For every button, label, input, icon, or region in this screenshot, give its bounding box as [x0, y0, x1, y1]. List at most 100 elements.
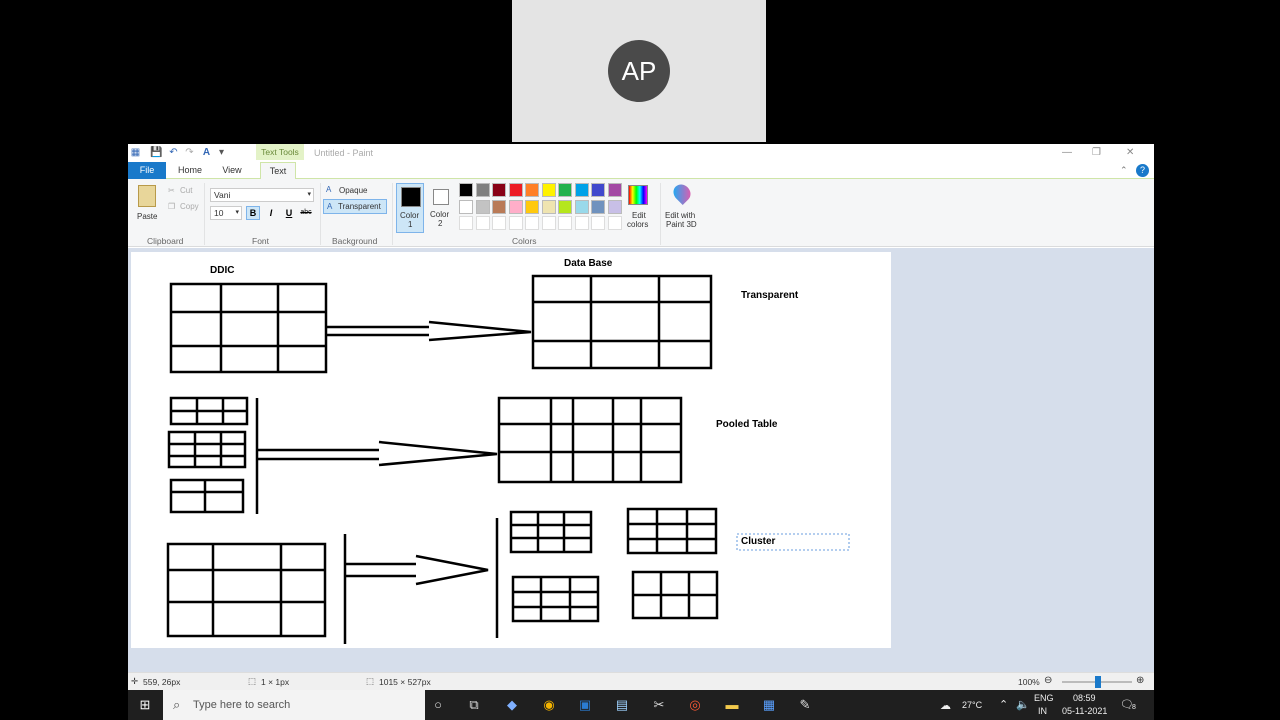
palette-swatch[interactable]	[525, 199, 539, 214]
minimize-button[interactable]: —	[1062, 147, 1072, 158]
palette-swatch[interactable]	[541, 216, 556, 230]
palette-swatch[interactable]	[607, 216, 622, 230]
zoom-slider[interactable]	[1062, 676, 1132, 688]
palette-swatch[interactable]	[591, 216, 605, 230]
file-explorer-icon[interactable]: ▬	[723, 696, 741, 714]
chrome-icon[interactable]: ◉	[540, 696, 558, 714]
palette-swatch[interactable]	[607, 199, 622, 214]
label-cluster[interactable]: Cluster	[741, 536, 775, 547]
volume-icon[interactable]: 🔈	[1016, 698, 1030, 711]
zoom-slider-thumb[interactable]	[1095, 676, 1101, 688]
color1-label: Color	[400, 211, 420, 220]
tab-view[interactable]: View	[216, 162, 248, 179]
palette-swatch[interactable]	[525, 216, 539, 230]
snipping-tool-icon[interactable]: ✂	[650, 696, 668, 714]
font-family-select[interactable]: Vani ▾	[210, 188, 314, 202]
paint-app-icon: ▦	[130, 147, 141, 158]
palette-swatch[interactable]	[492, 183, 506, 197]
participant-tile: AP	[512, 0, 766, 142]
palette-swatch[interactable]	[574, 199, 589, 214]
paint-taskbar-icon[interactable]: ✎	[796, 696, 814, 714]
clock-date[interactable]: 05-11-2021	[1062, 706, 1107, 716]
palette-swatch[interactable]	[591, 183, 605, 197]
tab-home[interactable]: Home	[174, 162, 206, 179]
cortana-icon[interactable]: ○	[429, 696, 447, 714]
customize-toolbar-icon[interactable]: ▾	[216, 147, 227, 158]
undo-icon[interactable]: ↶	[168, 147, 179, 158]
task-view-icon[interactable]: ⧉	[465, 696, 483, 714]
color1-button[interactable]: Color 1	[396, 183, 424, 233]
palette-swatch[interactable]	[459, 216, 473, 230]
paste-label[interactable]: Paste	[137, 212, 157, 221]
palette-swatch[interactable]	[492, 199, 506, 214]
palette-swatch[interactable]	[607, 183, 622, 197]
palette-swatch[interactable]	[459, 183, 473, 197]
collapse-ribbon-icon[interactable]: ⌃	[1120, 165, 1128, 176]
edit-colors-icon[interactable]	[628, 185, 648, 205]
copy-button[interactable]: Copy	[180, 202, 199, 211]
close-button[interactable]: ✕	[1126, 147, 1134, 158]
edit-colors-label-1[interactable]: Edit	[632, 211, 646, 220]
cut-button[interactable]: Cut	[180, 186, 192, 195]
tab-file[interactable]: File	[128, 162, 166, 179]
clock-time[interactable]: 08:59	[1073, 693, 1096, 703]
palette-swatch[interactable]	[508, 199, 523, 214]
app-icon-2[interactable]: ◎	[686, 696, 704, 714]
palette-swatch[interactable]	[525, 183, 539, 197]
weather-temp[interactable]: 27°C	[962, 700, 982, 710]
palette-swatch[interactable]	[475, 216, 490, 230]
strikethrough-button[interactable]: abc	[298, 206, 314, 220]
opaque-button[interactable]: Opaque	[339, 186, 367, 195]
tab-text[interactable]: Text	[260, 162, 296, 180]
zoom-in-icon[interactable]: ⊕	[1136, 675, 1144, 686]
app-icon-3[interactable]: ▦	[760, 696, 778, 714]
show-hidden-icons-icon[interactable]: ⌃	[999, 698, 1008, 711]
palette-swatch[interactable]	[574, 216, 589, 230]
palette-swatch[interactable]	[508, 216, 523, 230]
zoom-out-icon[interactable]: ⊖	[1044, 675, 1052, 686]
palette-swatch[interactable]	[508, 183, 523, 197]
palette-swatch[interactable]	[541, 199, 556, 214]
palette-swatch[interactable]	[558, 216, 572, 230]
language-1[interactable]: ENG	[1034, 693, 1054, 703]
taskbar-search-box[interactable]: ⌕ Type here to search	[163, 690, 425, 720]
paint3d-label-1[interactable]: Edit with	[665, 211, 695, 220]
language-2[interactable]: IN	[1038, 706, 1047, 716]
transparent-button[interactable]: A Transparent	[323, 199, 387, 214]
palette-swatch[interactable]	[574, 183, 589, 197]
notification-count: 8	[1132, 704, 1136, 711]
save-icon[interactable]: 💾	[150, 147, 162, 158]
text-tool-icon[interactable]: A	[201, 147, 212, 158]
italic-button[interactable]: I	[264, 206, 278, 220]
drawing-canvas[interactable]: DDIC Data Base Transparent Pooled Table …	[131, 252, 891, 648]
palette-swatch[interactable]	[558, 199, 572, 214]
color1-number: 1	[408, 220, 413, 229]
cursor-position: 559, 26px	[143, 677, 181, 687]
palette-swatch[interactable]	[541, 183, 556, 197]
color2-button[interactable]: Color 2	[427, 183, 455, 233]
palette-swatch[interactable]	[558, 183, 572, 197]
paste-icon[interactable]	[138, 185, 156, 207]
redo-icon[interactable]: ↷	[184, 147, 195, 158]
underline-button[interactable]: U	[282, 206, 296, 220]
cursor-position-icon: ✛	[131, 676, 139, 686]
restore-button[interactable]: ❐	[1092, 147, 1101, 158]
app-icon-1[interactable]: ◆	[503, 696, 521, 714]
palette-swatch[interactable]	[492, 216, 506, 230]
window-title: Untitled - Paint	[314, 148, 374, 158]
notepad-icon[interactable]: ▤	[613, 696, 631, 714]
paint3d-icon[interactable]	[669, 180, 695, 206]
paint3d-label-2[interactable]: Paint 3D	[666, 220, 697, 229]
ddic-pooled-tables	[167, 396, 259, 514]
help-icon[interactable]: ?	[1136, 164, 1149, 177]
palette-swatch[interactable]	[475, 183, 490, 197]
palette-swatch[interactable]	[459, 199, 473, 214]
palette-swatch[interactable]	[475, 199, 490, 214]
word-icon[interactable]: ▣	[576, 696, 594, 714]
bold-button[interactable]: B	[246, 206, 260, 220]
windows-start-icon[interactable]: ⊞	[136, 696, 154, 714]
weather-icon[interactable]: ☁	[940, 699, 951, 712]
edit-colors-label-2[interactable]: colors	[627, 220, 648, 229]
palette-swatch[interactable]	[591, 199, 605, 214]
font-size-select[interactable]: 10 ▾	[210, 206, 242, 220]
